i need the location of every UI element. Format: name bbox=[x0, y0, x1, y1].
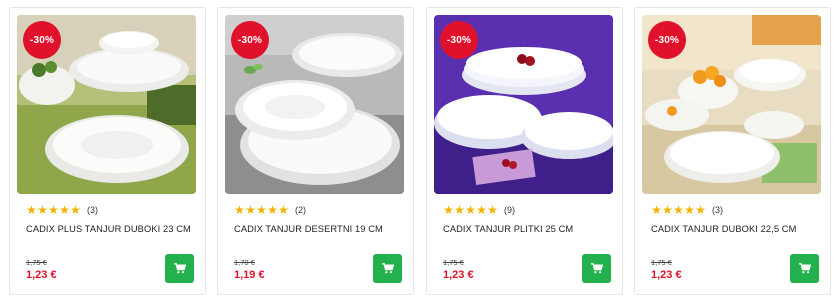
old-price: 1,75 € bbox=[443, 258, 464, 267]
discount-badge: -30% bbox=[440, 21, 478, 59]
old-price: 1,75 € bbox=[26, 258, 47, 267]
star-rating: ★ ★ ★ ★ ★ bbox=[443, 204, 498, 216]
add-to-cart-button[interactable] bbox=[790, 254, 819, 283]
star-icon: ★ bbox=[651, 203, 662, 217]
sale-price: 1,23 € bbox=[443, 269, 474, 281]
star-icon: ★ bbox=[245, 203, 256, 217]
product-title[interactable]: CADIX PLUS TANJUR DUBOKI 23 CM bbox=[26, 224, 191, 234]
add-to-cart-button[interactable] bbox=[582, 254, 611, 283]
discount-badge: -30% bbox=[23, 21, 61, 59]
old-price: 1,75 € bbox=[651, 258, 672, 267]
add-to-cart-button[interactable] bbox=[165, 254, 194, 283]
sale-price: 1,23 € bbox=[651, 269, 682, 281]
sale-price: 1,23 € bbox=[26, 269, 57, 281]
product-card: -30% ★ ★ ★ ★ ★ (3) CADIX TANJUR DUBOKI 22,5 … bbox=[634, 7, 831, 295]
old-price: 1,70 € bbox=[234, 258, 255, 267]
add-to-cart-button[interactable] bbox=[373, 254, 402, 283]
shopping-cart-icon bbox=[798, 263, 811, 274]
product-image[interactable]: -30% bbox=[225, 15, 404, 194]
product-image[interactable]: -30% bbox=[434, 15, 613, 194]
review-count: (2) bbox=[295, 205, 306, 215]
rating: ★ ★ ★ ★ ★ (2) bbox=[234, 204, 306, 216]
star-icon: ★ bbox=[70, 203, 81, 217]
product-title[interactable]: CADIX TANJUR PLITKI 25 CM bbox=[443, 224, 573, 234]
review-count: (9) bbox=[504, 205, 515, 215]
product-image[interactable]: -30% bbox=[17, 15, 196, 194]
rating: ★ ★ ★ ★ ★ (9) bbox=[443, 204, 515, 216]
star-icon: ★ bbox=[684, 203, 695, 217]
product-image[interactable]: -30% bbox=[642, 15, 821, 194]
product-card: -30% ★ ★ ★ ★ ★ (2) CADIX TANJUR DESERTNI 19 … bbox=[217, 7, 414, 295]
discount-badge: -30% bbox=[231, 21, 269, 59]
star-rating: ★ ★ ★ ★ ★ bbox=[651, 204, 706, 216]
star-icon: ★ bbox=[59, 203, 70, 217]
star-icon: ★ bbox=[673, 203, 684, 217]
product-card: -30% ★ ★ ★ ★ ★ (3) CADIX PLUS TANJUR DUBOKI … bbox=[9, 7, 206, 295]
product-card: -30% ★ ★ ★ ★ ★ (9) CADIX TANJUR PLITKI 25 CM… bbox=[426, 7, 623, 295]
rating: ★ ★ ★ ★ ★ (3) bbox=[651, 204, 723, 216]
shopping-cart-icon bbox=[590, 263, 603, 274]
product-title[interactable]: CADIX TANJUR DUBOKI 22,5 CM bbox=[651, 224, 796, 234]
star-icon: ★ bbox=[465, 203, 476, 217]
star-icon: ★ bbox=[234, 203, 245, 217]
star-icon: ★ bbox=[267, 203, 278, 217]
star-icon: ★ bbox=[695, 203, 706, 217]
product-title[interactable]: CADIX TANJUR DESERTNI 19 CM bbox=[234, 224, 383, 234]
review-count: (3) bbox=[712, 205, 723, 215]
star-rating: ★ ★ ★ ★ ★ bbox=[26, 204, 81, 216]
star-icon: ★ bbox=[256, 203, 267, 217]
star-icon: ★ bbox=[443, 203, 454, 217]
star-icon: ★ bbox=[48, 203, 59, 217]
rating: ★ ★ ★ ★ ★ (3) bbox=[26, 204, 98, 216]
star-icon: ★ bbox=[278, 203, 289, 217]
discount-badge: -30% bbox=[648, 21, 686, 59]
shopping-cart-icon bbox=[381, 263, 394, 274]
review-count: (3) bbox=[87, 205, 98, 215]
star-icon: ★ bbox=[37, 203, 48, 217]
star-icon: ★ bbox=[26, 203, 37, 217]
sale-price: 1,19 € bbox=[234, 269, 265, 281]
star-rating: ★ ★ ★ ★ ★ bbox=[234, 204, 289, 216]
shopping-cart-icon bbox=[173, 263, 186, 274]
star-icon: ★ bbox=[476, 203, 487, 217]
product-grid: -30% ★ ★ ★ ★ ★ (3) CADIX PLUS TANJUR DUBOKI … bbox=[0, 0, 840, 304]
star-icon: ★ bbox=[487, 203, 498, 217]
star-icon: ★ bbox=[454, 203, 465, 217]
star-icon: ★ bbox=[662, 203, 673, 217]
